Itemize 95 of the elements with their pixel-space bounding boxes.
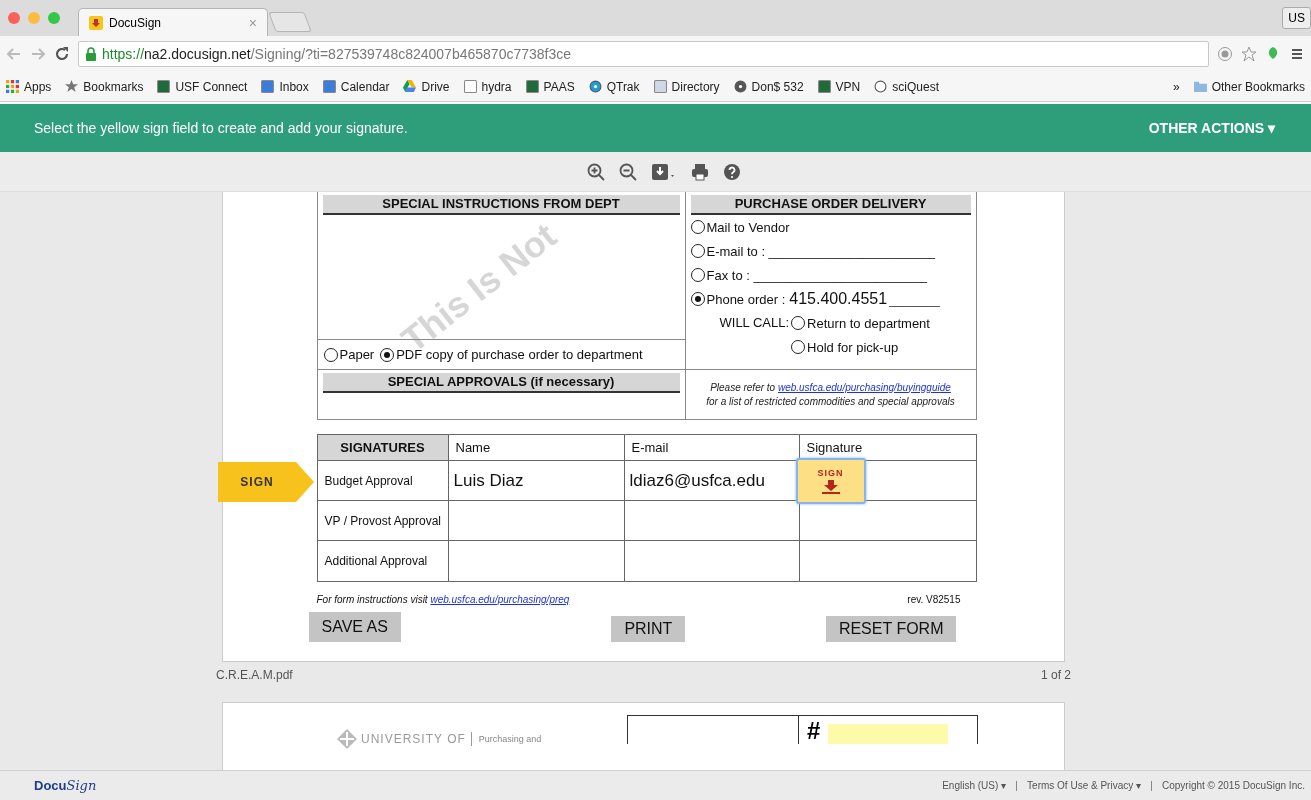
bookmark-item[interactable]: Don$ 532 [733, 79, 804, 94]
instructions-link[interactable]: web.usfca.edu/purchasing/preq [430, 593, 570, 605]
bookmark-item[interactable]: Inbox [261, 79, 309, 94]
crest-icon [337, 729, 357, 749]
radio-label: Return to department [807, 315, 930, 331]
bookmark-item[interactable]: hydra [463, 79, 512, 94]
table-cell: VP / Provost Approval [317, 501, 449, 541]
bookmark-item[interactable]: sciQuest [874, 79, 939, 94]
footer-link[interactable]: Terms Of Use & Privacy ▾ [1027, 780, 1141, 791]
triangle-icon [403, 80, 417, 93]
square-icon [157, 80, 171, 93]
bookmark-item[interactable]: QTrak [588, 79, 640, 94]
radio-button[interactable] [690, 220, 705, 234]
star-icon [65, 80, 79, 93]
print-icon[interactable] [690, 162, 709, 181]
university-name: UNIVERSITY OF [361, 732, 472, 746]
down-arrow-icon [820, 480, 841, 494]
section-heading: PURCHASE ORDER DELIVERY [690, 195, 971, 215]
form-button[interactable]: PRINT [611, 616, 686, 642]
square-icon [322, 80, 336, 93]
section-heading: SPECIAL INSTRUCTIONS FROM DEPT [322, 195, 680, 215]
lock-icon [85, 47, 97, 61]
zoom-out-icon[interactable] [618, 162, 637, 181]
radio-label: Hold for pick-up [807, 339, 899, 355]
will-call-label: WILL CALL: [719, 314, 790, 332]
bookmark-item[interactable]: USF Connect [157, 79, 248, 94]
radio-label: E-mail to : _______________________ [706, 243, 935, 259]
table-cell: Luis Diaz [448, 461, 625, 501]
square-icon [525, 80, 539, 93]
footer-link[interactable]: English (US) ▾ [942, 780, 1007, 791]
form-button[interactable]: SAVE AS [308, 612, 401, 642]
radio-button[interactable] [380, 347, 395, 362]
table-cell: Additional Approval [317, 541, 449, 582]
column-header: E-mail [624, 435, 800, 461]
folder-icon [1193, 80, 1207, 93]
docusign-logo: DocuSign [34, 778, 97, 793]
help-icon[interactable] [722, 162, 741, 181]
radio-label: Paper [339, 347, 375, 362]
square-icon [817, 80, 831, 93]
sign-field[interactable]: SIGN [795, 458, 866, 504]
radio-button[interactable] [323, 347, 338, 362]
page-count: 1 of 2 [1040, 668, 1071, 684]
radio-button[interactable] [690, 268, 705, 282]
square-icon [261, 80, 275, 93]
file-name: C.R.E.A.M.pdf [216, 668, 293, 684]
bookmark-item[interactable]: Bookmarks [65, 79, 144, 94]
bookmark-item[interactable]: Calendar [322, 79, 390, 94]
number-field[interactable] [828, 724, 949, 744]
number-sign: # [807, 718, 821, 744]
bookmark-item[interactable]: PAAS [525, 79, 575, 94]
more-bookmarks-button[interactable]: » [1172, 79, 1180, 94]
disc-icon [733, 80, 747, 93]
radio-button[interactable] [791, 340, 806, 354]
radio-label: Fax to : ________________________ [706, 267, 927, 283]
column-header: SIGNATURES [317, 435, 449, 461]
download-icon[interactable] [650, 162, 677, 181]
url-field[interactable]: https://na2.docusign.net/Signing/?ti=827539748c824007b465870c7738f3ce [78, 41, 1209, 67]
banner-message: Select the yellow sign field to create and add your signature. [34, 120, 408, 136]
zoom-in-icon[interactable] [586, 162, 605, 181]
window-icon [653, 80, 667, 93]
page-icon [463, 80, 477, 93]
radio-label: PDF copy of purchase order to department [396, 347, 643, 362]
circle-icon [588, 80, 602, 93]
phone-field[interactable]: 415.400.4551 [789, 290, 888, 308]
apps-grid-icon [6, 80, 19, 93]
bookmark-item[interactable]: Drive [403, 79, 450, 94]
profile-button[interactable]: US [1282, 7, 1311, 29]
sign-tag[interactable]: SIGN [218, 462, 314, 502]
form-button[interactable]: RESET FORM [825, 616, 957, 642]
circle-icon [874, 80, 888, 93]
docusign-favicon-icon [89, 15, 103, 30]
browser-tab[interactable]: DocuSign × [78, 8, 268, 36]
bookmark-folder[interactable]: Other Bookmarks [1193, 79, 1305, 94]
instructions-note: For form instructions visit web.usfca.edu/purchasing/preq [316, 593, 570, 605]
copyright-text: Copyright © 2015 DocuSign Inc. [1162, 780, 1305, 791]
radio-label: Phone order : [706, 291, 786, 307]
radio-label: Mail to Vendor [706, 219, 790, 235]
bookmark-item[interactable]: VPN [817, 79, 861, 94]
radio-button[interactable] [791, 316, 806, 330]
menu-icon[interactable] [1289, 46, 1305, 62]
bookmark-item[interactable]: Apps [6, 79, 52, 94]
location-icon[interactable] [1217, 46, 1233, 62]
section-heading: SPECIAL APPROVALS (if necessary) [322, 373, 680, 393]
bookmark-item[interactable]: Directory [653, 79, 720, 94]
reload-icon[interactable] [54, 46, 70, 62]
column-header: Name [448, 435, 625, 461]
star-icon[interactable] [1241, 46, 1257, 62]
radio-button[interactable] [690, 244, 705, 258]
department-name: Purchasing and [477, 734, 542, 744]
revision-label: rev. V82515 [907, 593, 962, 605]
radio-button[interactable] [690, 292, 705, 306]
buying-guide-link[interactable]: web.usfca.edu/purchasing/buyingguide [777, 381, 951, 393]
fill-in-line: _______ [889, 291, 940, 307]
table-cell: Budget Approval [317, 461, 449, 501]
refer-note: Please refer to web.usfca.edu/purchasing/buyingguide for a list of restricted commodities and special approvals [706, 380, 955, 409]
